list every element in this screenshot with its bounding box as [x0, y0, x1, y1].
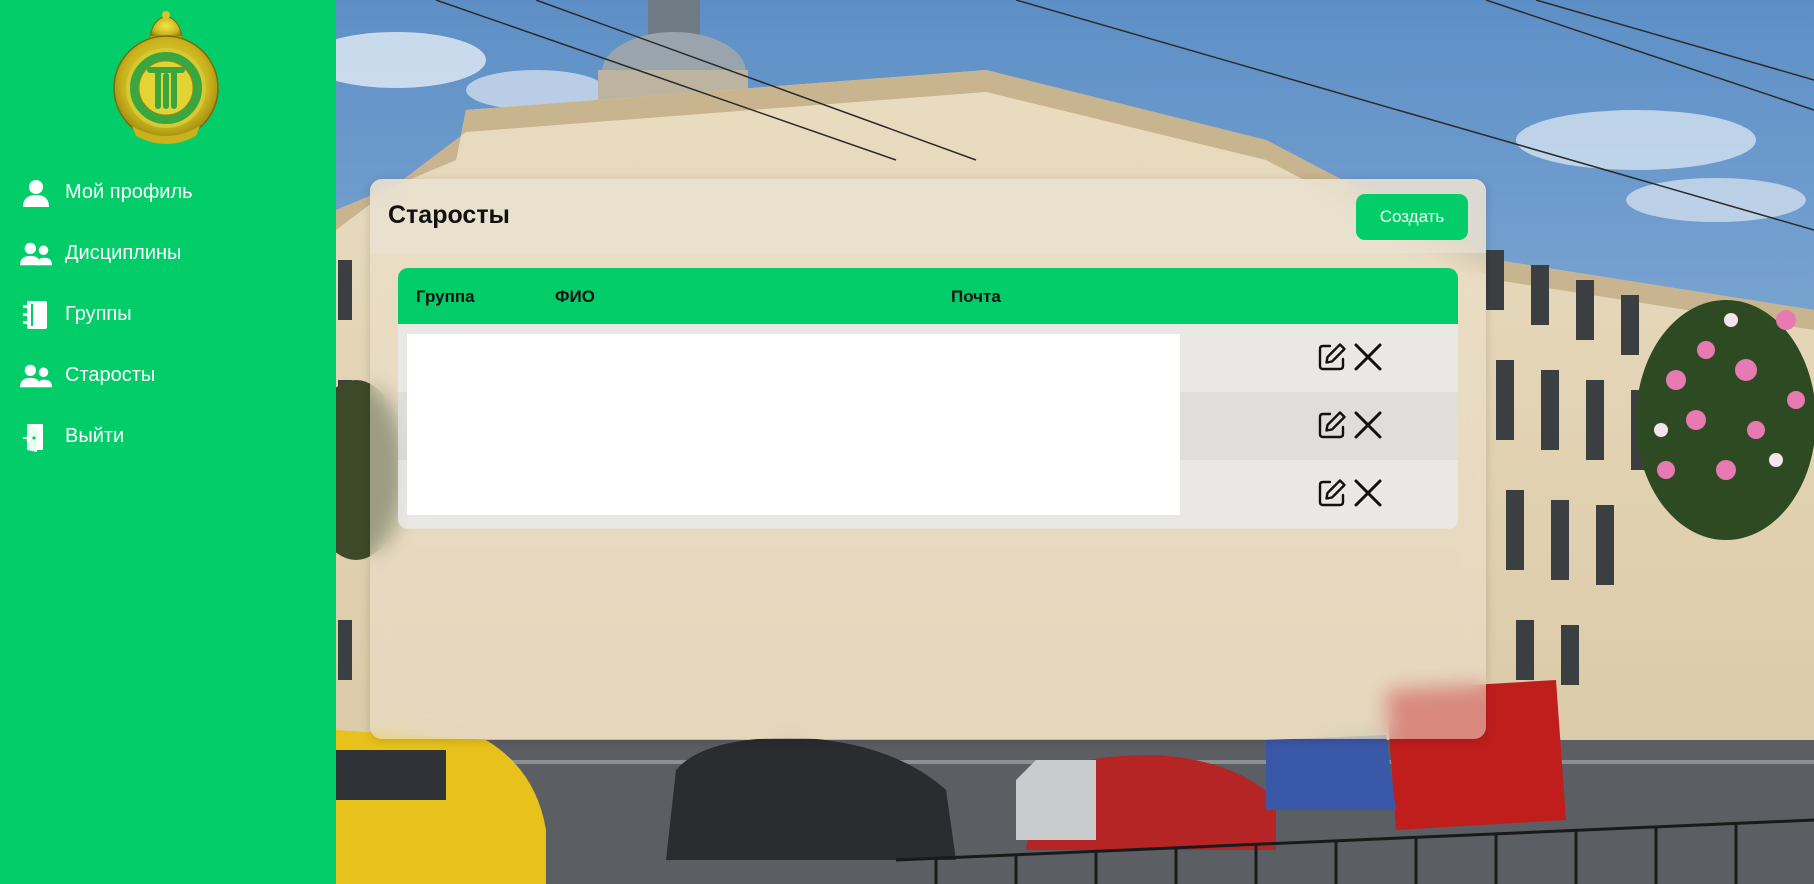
column-header-name: ФИО: [555, 287, 595, 306]
door-exit-icon: [20, 421, 52, 453]
column-header-group: Группа: [416, 287, 475, 306]
sidebar-item-label: Мой профиль: [65, 181, 193, 203]
institute-emblem-icon: [112, 6, 220, 144]
sidebar-item-heads[interactable]: Старосты: [0, 345, 336, 406]
sidebar-item-disciplines[interactable]: Дисциплины: [0, 223, 336, 284]
heads-table: Группа ФИО Почта: [398, 268, 1458, 529]
edit-icon[interactable]: [1316, 341, 1348, 373]
edit-icon[interactable]: [1316, 477, 1348, 509]
heads-panel: Старосты Создать Группа ФИО Почта: [370, 179, 1486, 739]
table-header: Группа ФИО Почта: [398, 268, 1458, 324]
notebook-icon: [20, 299, 52, 331]
sidebar-item-logout[interactable]: Выйти: [0, 406, 336, 467]
panel-header: Старосты Создать: [370, 179, 1486, 253]
edit-icon[interactable]: [1316, 409, 1348, 441]
sidebar-item-profile[interactable]: Мой профиль: [0, 162, 336, 223]
sidebar-item-label: Группы: [65, 303, 132, 325]
sidebar-nav: Мой профиль Дисциплины Группы Старосты В…: [0, 162, 336, 467]
sidebar-item-label: Выйти: [65, 425, 125, 447]
user-icon: [20, 177, 52, 209]
sidebar: Мой профиль Дисциплины Группы Старосты В…: [0, 0, 336, 884]
users-icon: [20, 238, 52, 270]
column-header-email: Почта: [951, 287, 1001, 306]
sidebar-item-label: Старосты: [65, 364, 156, 386]
close-icon[interactable]: [1352, 341, 1384, 373]
page-title: Старосты: [388, 201, 510, 229]
close-icon[interactable]: [1352, 477, 1384, 509]
users-icon: [20, 360, 52, 392]
close-icon[interactable]: [1352, 409, 1384, 441]
sidebar-item-groups[interactable]: Группы: [0, 284, 336, 345]
create-button[interactable]: Создать: [1356, 194, 1468, 240]
sidebar-item-label: Дисциплины: [65, 242, 182, 264]
redacted-area: [407, 334, 1180, 515]
